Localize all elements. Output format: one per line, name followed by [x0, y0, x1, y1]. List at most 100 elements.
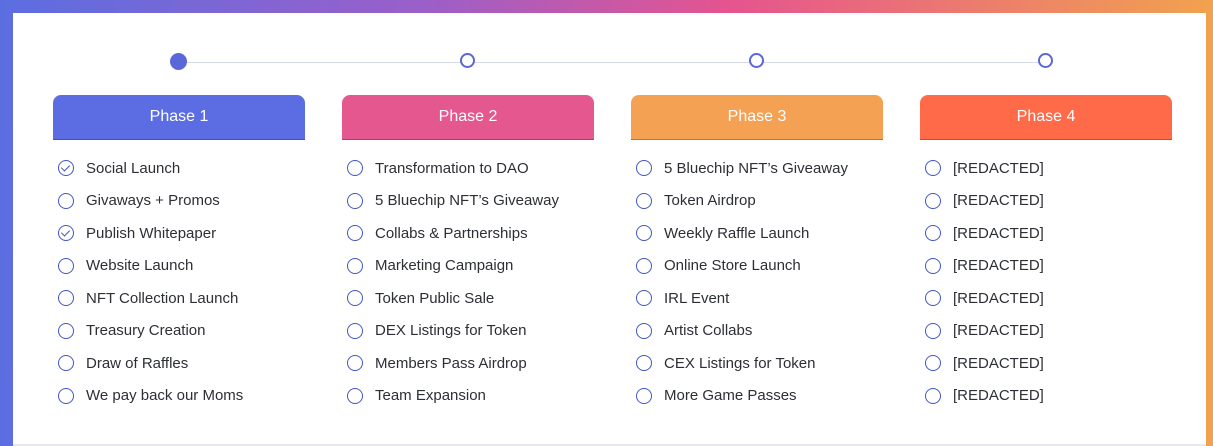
- phase-item-label: Draw of Raffles: [86, 354, 189, 372]
- phase-item-label: Token Airdrop: [664, 192, 756, 210]
- empty-circle-icon[interactable]: [347, 160, 363, 177]
- phase-item-label: Transformation to DAO: [375, 159, 529, 177]
- step-marker-phase-2[interactable]: [460, 53, 475, 68]
- empty-circle-icon[interactable]: [58, 355, 74, 372]
- phase-item: CEX Listings for Token: [636, 347, 883, 380]
- empty-circle-icon[interactable]: [925, 355, 941, 372]
- phase-item-list: 5 Bluechip NFT’s Giveaway Token Airdrop We…: [636, 152, 883, 412]
- phase-column-3: Phase 3 5 Bluechip NFT’s Giveaway Token A…: [631, 95, 883, 412]
- phase-item-label: Team Expansion: [375, 387, 486, 405]
- phase-header[interactable]: Phase 2: [342, 95, 594, 140]
- phase-item: [REDACTED]: [925, 347, 1172, 380]
- empty-circle-icon[interactable]: [347, 225, 363, 242]
- phase-item: [REDACTED]: [925, 250, 1172, 283]
- check-circle-icon[interactable]: [58, 160, 74, 177]
- phase-header[interactable]: Phase 1: [53, 95, 305, 140]
- phase-item: [REDACTED]: [925, 185, 1172, 218]
- phase-item: NFT Collection Launch: [58, 282, 305, 315]
- phase-item: Members Pass Airdrop: [347, 347, 594, 380]
- empty-circle-icon[interactable]: [636, 322, 652, 339]
- phase-item: Publish Whitepaper: [58, 217, 305, 250]
- phase-item-label: Treasury Creation: [86, 322, 206, 340]
- empty-circle-icon[interactable]: [58, 387, 74, 404]
- empty-circle-icon[interactable]: [58, 322, 74, 339]
- phase-item: Weekly Raffle Launch: [636, 217, 883, 250]
- phase-item-label: Weekly Raffle Launch: [664, 224, 810, 242]
- phase-item-list: [REDACTED] [REDACTED] [REDACTED] [REDACTED]…: [925, 152, 1172, 412]
- phase-item-label: [REDACTED]: [953, 289, 1044, 307]
- phase-item-label: More Game Passes: [664, 387, 797, 405]
- phase-item-label: [REDACTED]: [953, 224, 1044, 242]
- phase-item: Team Expansion: [347, 380, 594, 413]
- phase-item: Artist Collabs: [636, 315, 883, 348]
- step-marker-phase-3[interactable]: [749, 53, 764, 68]
- phase-item-label: [REDACTED]: [953, 159, 1044, 177]
- phase-item-label: Collabs & Partnerships: [375, 224, 528, 242]
- phase-item: IRL Event: [636, 282, 883, 315]
- phase-item-label: IRL Event: [664, 289, 730, 307]
- empty-circle-icon[interactable]: [347, 322, 363, 339]
- empty-circle-icon[interactable]: [58, 257, 74, 274]
- phase-item: 5 Bluechip NFT’s Giveaway: [347, 185, 594, 218]
- phase-item: Token Airdrop: [636, 185, 883, 218]
- phase-item: Treasury Creation: [58, 315, 305, 348]
- phase-header[interactable]: Phase 4: [920, 95, 1172, 140]
- empty-circle-icon[interactable]: [347, 290, 363, 307]
- phase-header[interactable]: Phase 3: [631, 95, 883, 140]
- phase-item-label: [REDACTED]: [953, 192, 1044, 210]
- phase-item: [REDACTED]: [925, 217, 1172, 250]
- empty-circle-icon[interactable]: [347, 192, 363, 209]
- empty-circle-icon[interactable]: [636, 387, 652, 404]
- phase-item-list: Transformation to DAO 5 Bluechip NFT’s Gi…: [347, 152, 594, 412]
- phase-item-label: Social Launch: [86, 159, 181, 177]
- empty-circle-icon[interactable]: [925, 322, 941, 339]
- phase-item: [REDACTED]: [925, 152, 1172, 185]
- empty-circle-icon[interactable]: [636, 225, 652, 242]
- phase-item-label: Givaways + Promos: [86, 192, 220, 210]
- phase-item: Collabs & Partnerships: [347, 217, 594, 250]
- check-circle-icon[interactable]: [58, 225, 74, 242]
- phase-item-list: Social Launch Givaways + Promos Publish Wh…: [58, 152, 305, 412]
- phase-item-label: DEX Listings for Token: [375, 322, 527, 340]
- empty-circle-icon[interactable]: [925, 225, 941, 242]
- phase-item: [REDACTED]: [925, 315, 1172, 348]
- empty-circle-icon[interactable]: [925, 387, 941, 404]
- phase-item-label: [REDACTED]: [953, 387, 1044, 405]
- empty-circle-icon[interactable]: [925, 290, 941, 307]
- empty-circle-icon[interactable]: [925, 257, 941, 274]
- phase-column-2: Phase 2 Transformation to DAO 5 Bluechip …: [342, 95, 594, 412]
- phase-item: Social Launch: [58, 152, 305, 185]
- phase-item: Marketing Campaign: [347, 250, 594, 283]
- phase-item-label: CEX Listings for Token: [664, 354, 816, 372]
- empty-circle-icon[interactable]: [636, 355, 652, 372]
- empty-circle-icon[interactable]: [925, 192, 941, 209]
- progress-track: [180, 62, 1046, 63]
- phase-item-label: 5 Bluechip NFT’s Giveaway: [664, 159, 848, 177]
- phase-item: We pay back our Moms: [58, 380, 305, 413]
- phase-item-label: Members Pass Airdrop: [375, 354, 527, 372]
- phase-item-label: Token Public Sale: [375, 289, 495, 307]
- empty-circle-icon[interactable]: [347, 387, 363, 404]
- phase-item: Transformation to DAO: [347, 152, 594, 185]
- phase-item: Draw of Raffles: [58, 347, 305, 380]
- phase-item-label: We pay back our Moms: [86, 387, 244, 405]
- phase-item-label: Marketing Campaign: [375, 257, 514, 275]
- empty-circle-icon[interactable]: [925, 160, 941, 177]
- empty-circle-icon[interactable]: [347, 257, 363, 274]
- phase-item-label: NFT Collection Launch: [86, 289, 239, 307]
- empty-circle-icon[interactable]: [636, 290, 652, 307]
- empty-circle-icon[interactable]: [636, 192, 652, 209]
- phase-item-label: Website Launch: [86, 257, 194, 275]
- phase-item: DEX Listings for Token: [347, 315, 594, 348]
- phase-item-label: Publish Whitepaper: [86, 224, 217, 242]
- empty-circle-icon[interactable]: [636, 257, 652, 274]
- empty-circle-icon[interactable]: [347, 355, 363, 372]
- phase-item-label: Online Store Launch: [664, 257, 801, 275]
- step-marker-phase-1[interactable]: [170, 53, 187, 70]
- empty-circle-icon[interactable]: [58, 192, 74, 209]
- empty-circle-icon[interactable]: [636, 160, 652, 177]
- phase-item: Givaways + Promos: [58, 185, 305, 218]
- phase-item: [REDACTED]: [925, 282, 1172, 315]
- empty-circle-icon[interactable]: [58, 290, 74, 307]
- step-marker-phase-4[interactable]: [1038, 53, 1053, 68]
